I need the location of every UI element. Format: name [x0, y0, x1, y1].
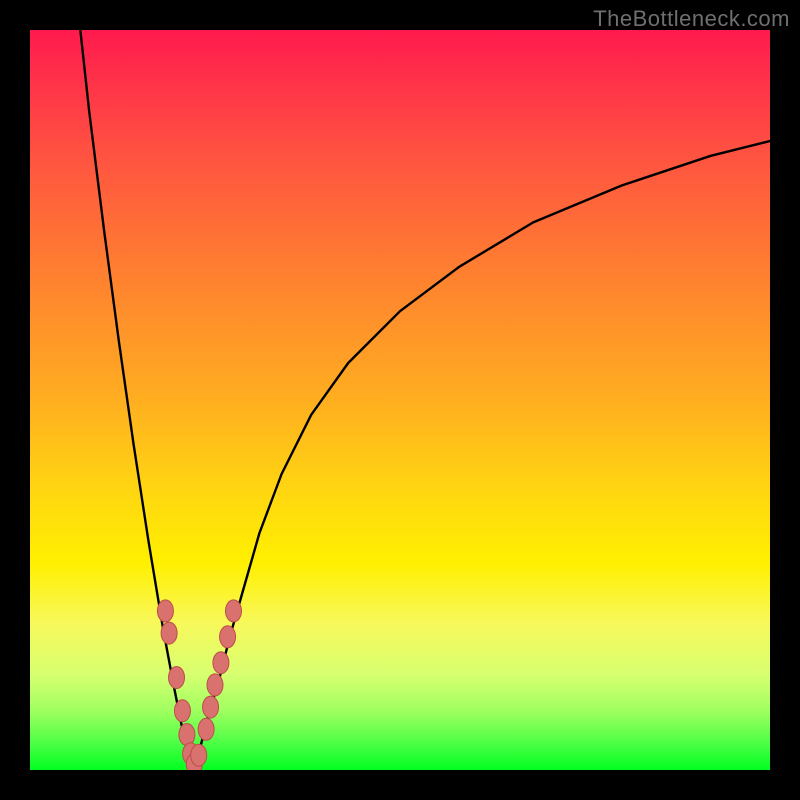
- data-dot: [191, 744, 207, 766]
- data-dot: [220, 626, 236, 648]
- watermark-text: TheBottleneck.com: [593, 6, 790, 32]
- plot-area: [30, 30, 770, 770]
- data-dot: [203, 696, 219, 718]
- data-dot: [169, 667, 185, 689]
- data-dot: [174, 700, 190, 722]
- curve-left-branch: [80, 30, 192, 770]
- data-dot: [207, 674, 223, 696]
- dots-group: [157, 600, 241, 770]
- bottleneck-curve-svg: [30, 30, 770, 770]
- data-dot: [157, 600, 173, 622]
- data-dot: [213, 652, 229, 674]
- data-dot: [198, 718, 214, 740]
- curve-group: [80, 30, 770, 770]
- data-dot: [179, 723, 195, 745]
- chart-frame: TheBottleneck.com: [0, 0, 800, 800]
- curve-right-branch: [193, 141, 770, 770]
- data-dot: [161, 622, 177, 644]
- data-dot: [226, 600, 242, 622]
